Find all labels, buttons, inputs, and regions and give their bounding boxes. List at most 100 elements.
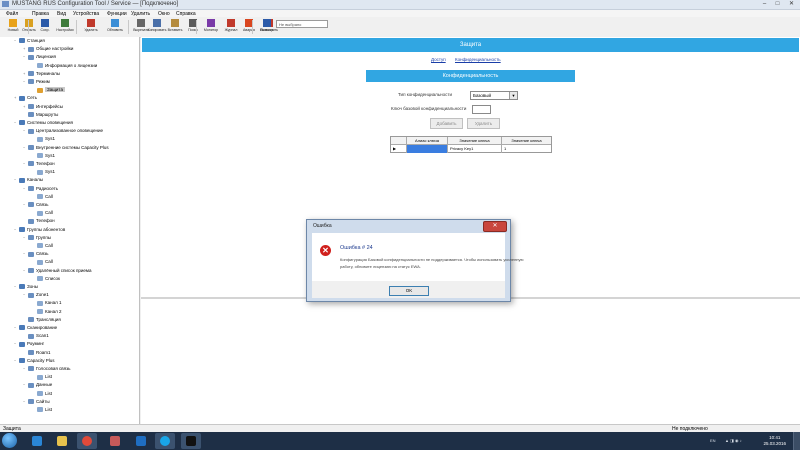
- tree-node-label: Список: [45, 275, 60, 281]
- toolbar-separator: [252, 20, 253, 34]
- settings-toolbar-button[interactable]: Настройки: [54, 19, 76, 35]
- delete-toolbar-button[interactable]: Удалить: [80, 19, 102, 35]
- taskbar-explorer[interactable]: [52, 433, 72, 449]
- menu-bar: Файл Правка Вид Устройства Функции Удали…: [0, 10, 800, 17]
- dialog-message-line-1: Конфигурация Базовой конфиденциальности …: [340, 257, 524, 262]
- tree-node-icon: [28, 382, 34, 388]
- tree-node[interactable]: List: [32, 390, 52, 398]
- tree-node-icon: [37, 243, 43, 249]
- tree-node-icon: [28, 79, 34, 85]
- tray-icons[interactable]: ▲ ◨ ◉ ♪: [725, 438, 742, 443]
- tree-node[interactable]: − Роуминг: [14, 340, 44, 348]
- tree-node[interactable]: − Внутренние системы Capacity Plus: [23, 144, 109, 152]
- tree-node[interactable]: Список: [32, 275, 60, 283]
- tree-node-label: Zone1: [36, 292, 49, 298]
- tree-node[interactable]: − Связь: [23, 201, 48, 209]
- toolbar-button-label: Обновить: [107, 28, 123, 32]
- privacy-type-select[interactable]: Базовый ▼: [470, 91, 518, 100]
- grid-cell-alias[interactable]: [407, 145, 448, 153]
- tree-node[interactable]: Call: [32, 242, 53, 250]
- tree-node[interactable]: Защита: [32, 86, 65, 94]
- tree-node[interactable]: − Станция: [14, 37, 45, 45]
- tree-node[interactable]: − Лицензия: [23, 53, 56, 61]
- tree-node[interactable]: − Группы: [23, 234, 51, 242]
- tree-node[interactable]: − Зоны: [14, 283, 38, 291]
- tree-node[interactable]: − Capacity Plus: [14, 357, 55, 365]
- taskbar-tool[interactable]: [105, 433, 125, 449]
- dialog-close-button[interactable]: ✕: [483, 221, 507, 232]
- tree-node[interactable]: + Интерфейсы: [23, 103, 63, 111]
- tree-node[interactable]: − Каналы: [14, 176, 43, 184]
- tree-node[interactable]: Call: [32, 193, 53, 201]
- tree-node[interactable]: − Данные: [23, 381, 52, 389]
- tree-node[interactable]: Sys1: [32, 152, 55, 160]
- tree-node-icon: [19, 358, 25, 364]
- tree-node[interactable]: Трансляция: [23, 316, 61, 324]
- tree-node[interactable]: − Связь: [23, 250, 48, 258]
- tree-node[interactable]: − Сайты: [23, 398, 50, 406]
- language-indicator[interactable]: EN: [710, 438, 716, 443]
- privacy-link[interactable]: Конфиденциальность: [455, 57, 501, 62]
- tree-node[interactable]: Call: [32, 258, 53, 266]
- refresh-toolbar-button[interactable]: Обновить: [104, 19, 126, 35]
- minimize-button[interactable]: –: [758, 0, 771, 8]
- grid-header-key-number[interactable]: Значение ключа: [502, 137, 551, 145]
- monitor-toolbar-button[interactable]: Монитор: [200, 19, 222, 35]
- tree-node[interactable]: − Телефон: [23, 160, 55, 168]
- tree-node-icon: [37, 259, 43, 265]
- tree-node[interactable]: Sys1: [32, 135, 55, 143]
- chevron-down-icon[interactable]: ▼: [509, 92, 517, 99]
- tree-node[interactable]: − Голосовая связь: [23, 365, 71, 373]
- access-link[interactable]: Доступ: [431, 57, 446, 62]
- help-toolbar-button[interactable]: Помощь: [256, 19, 278, 35]
- tree-node[interactable]: + Сеть: [14, 94, 37, 102]
- ok-button[interactable]: OK: [389, 286, 429, 296]
- tool-icon: [110, 436, 120, 446]
- tree-node[interactable]: − Радиосеть: [23, 185, 58, 193]
- close-window-button[interactable]: ✕: [785, 0, 798, 8]
- tree-node[interactable]: Канал 2: [32, 308, 62, 316]
- tree-node[interactable]: Roam1: [23, 349, 51, 357]
- add-button[interactable]: Добавить: [430, 118, 463, 129]
- grid-header-indicator: [391, 137, 407, 145]
- grid-header-alias[interactable]: Алиас ключа: [407, 137, 448, 145]
- tree-node[interactable]: Канал 1: [32, 299, 62, 307]
- taskbar-skype[interactable]: [155, 433, 175, 449]
- tree-node[interactable]: Телефон: [23, 217, 55, 225]
- tree-node[interactable]: Маршруты: [23, 111, 58, 119]
- start-button[interactable]: [2, 433, 17, 448]
- tree-node[interactable]: + Общие настройки: [23, 45, 73, 53]
- taskbar-chrome[interactable]: [77, 433, 97, 449]
- taskbar-cps[interactable]: [181, 433, 201, 449]
- tree-node[interactable]: Call: [32, 209, 53, 217]
- tree-node[interactable]: List: [32, 406, 52, 414]
- tree-node[interactable]: − Группы абонентов: [14, 226, 65, 234]
- tree-node[interactable]: Scan1: [23, 332, 49, 340]
- maximize-button[interactable]: □: [771, 0, 784, 8]
- tree-node-label: Каналы: [27, 177, 43, 183]
- show-desktop-button[interactable]: [793, 432, 800, 450]
- tree-node-icon: [28, 144, 34, 150]
- save-toolbar-button[interactable]: Сохр.: [34, 19, 56, 35]
- grid-cell-key-number[interactable]: 1: [502, 145, 551, 153]
- delete-button[interactable]: Удалить: [467, 118, 500, 129]
- tree-node[interactable]: Sys1: [32, 168, 55, 176]
- tree-node[interactable]: − Системы оповещения: [14, 119, 73, 127]
- device-combo[interactable]: Не выбрано: [276, 20, 328, 28]
- tree-node[interactable]: − Централизованное оповещение: [23, 127, 103, 135]
- tree-node[interactable]: Информация о лицензии: [32, 62, 97, 70]
- tree-node[interactable]: + Терминалы: [23, 70, 60, 78]
- tree-node[interactable]: List: [32, 373, 52, 381]
- taskbar-ie[interactable]: [27, 433, 47, 449]
- key-input[interactable]: [472, 105, 491, 114]
- window-title: MUSTANG RUS Configuration Tool / Service…: [12, 1, 179, 7]
- grid-header-key-value[interactable]: Значение ключа: [448, 137, 502, 145]
- tree-node[interactable]: − Режим: [23, 78, 50, 86]
- tree-node[interactable]: − Сканирование: [14, 324, 57, 332]
- grid-cell-key-value[interactable]: Privacy Key1: [448, 145, 502, 153]
- taskbar-outlook[interactable]: [131, 433, 151, 449]
- tree-node[interactable]: − Zone1: [23, 291, 49, 299]
- clock[interactable]: 10:41 25.03.2016: [763, 435, 786, 447]
- tree-node[interactable]: − Удалённый список приема: [23, 267, 92, 275]
- toolbar-separator: [196, 20, 197, 34]
